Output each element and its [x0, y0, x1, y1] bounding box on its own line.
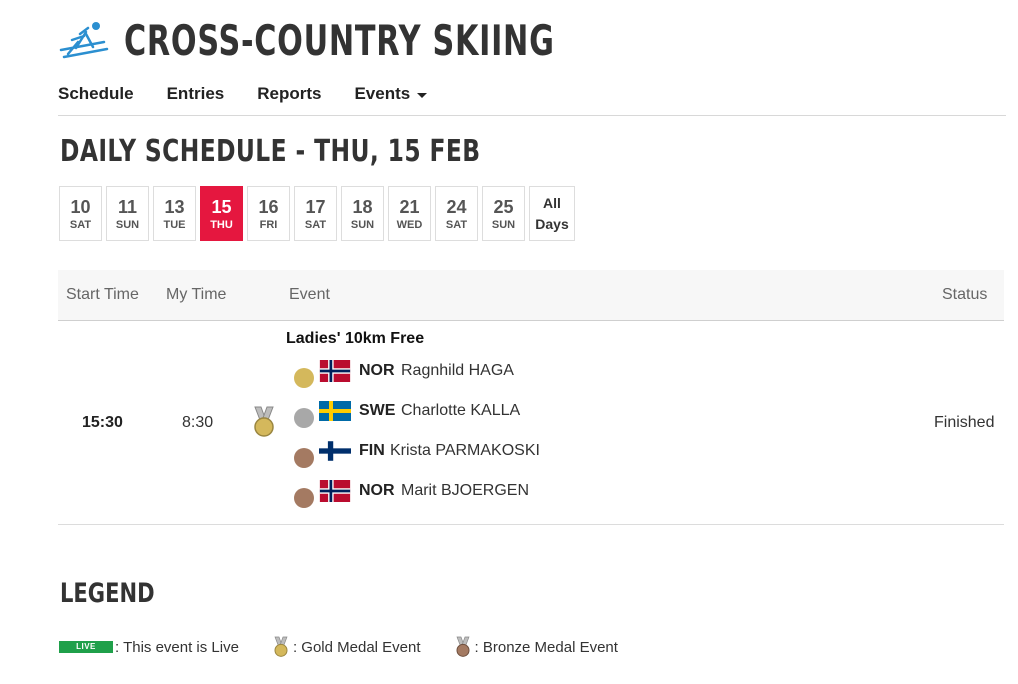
day-tab[interactable]: 11 SUN [106, 186, 149, 241]
page-title: DAILY SCHEDULE - THU, 15 FEB [60, 134, 481, 169]
day-number: 10 [70, 196, 91, 217]
nav-events-dropdown[interactable]: Events [354, 84, 428, 104]
day-weekday: THU [210, 218, 233, 231]
noc-code: SWE [359, 402, 396, 419]
day-weekday: WED [396, 218, 423, 231]
legend-bronze: : Bronze Medal Event [455, 636, 618, 658]
legend-title: LEGEND [60, 578, 155, 609]
event-name-link[interactable]: Ladies' 10km Free [286, 330, 424, 348]
day-number: 17 [305, 196, 326, 217]
bronze-medal-icon [455, 636, 471, 658]
noc-code: NOR [359, 362, 395, 379]
day-number: 18 [352, 196, 373, 217]
day-number: 24 [446, 196, 467, 217]
finland-flag-icon [319, 440, 351, 462]
nav-schedule[interactable]: Schedule [58, 84, 134, 104]
live-badge: LIVE [59, 641, 113, 653]
result-row: NOR Ragnhild HAGA [294, 360, 594, 388]
nav-schedule-label: Schedule [58, 84, 134, 103]
day-tab[interactable]: 17 SAT [294, 186, 337, 241]
nav-events-label: Events [354, 84, 411, 103]
nav-entries-label: Entries [166, 84, 225, 103]
day-tab[interactable]: 21 WED [388, 186, 431, 241]
nav-divider [58, 115, 1006, 116]
nav-reports[interactable]: Reports [257, 84, 321, 104]
day-number: 25 [493, 196, 514, 217]
legend: LIVE : This event is Live : Gold Medal E… [59, 636, 652, 658]
all-days-label-1: All [543, 194, 561, 211]
bronze-medal-dot-icon [294, 488, 314, 508]
day-weekday: SAT [304, 218, 327, 231]
col-start-time: Start Time [66, 286, 139, 303]
noc-code: NOR [359, 482, 395, 499]
col-my-time: My Time [166, 286, 227, 303]
day-weekday: FRI [259, 218, 278, 231]
result-row: SWE Charlotte KALLA [294, 400, 594, 428]
bronze-medal-dot-icon [294, 448, 314, 468]
day-weekday: SAT [445, 218, 468, 231]
nav-entries[interactable]: Entries [167, 84, 225, 104]
day-tab[interactable]: 24 SAT [435, 186, 478, 241]
gold-medal-icon [273, 636, 289, 658]
day-weekday: SUN [491, 218, 516, 231]
athlete-name-link[interactable]: Krista PARMAKOSKI [390, 442, 540, 460]
main-nav: Schedule Entries Reports Events [58, 84, 460, 104]
gold-medal-dot-icon [294, 368, 314, 388]
day-tab[interactable]: 10 SAT [59, 186, 102, 241]
day-weekday: SUN [115, 218, 140, 231]
day-tab-active[interactable]: 15 THU [200, 186, 243, 241]
legend-gold: : Gold Medal Event [273, 636, 421, 658]
my-time: 8:30 [182, 414, 214, 431]
silver-medal-dot-icon [294, 408, 314, 428]
day-tab[interactable]: 13 TUE [153, 186, 196, 241]
cross-country-skier-icon [58, 20, 110, 62]
day-weekday: TUE [163, 218, 186, 231]
day-number: 21 [399, 196, 420, 217]
legend-bronze-text: : Bronze Medal Event [474, 638, 618, 656]
all-days-label-2: Days [535, 215, 569, 232]
day-tab[interactable]: 18 SUN [341, 186, 384, 241]
all-days-tab[interactable]: All Days [529, 186, 575, 241]
result-row: FIN Krista PARMAKOSKI [294, 440, 594, 468]
row-divider [58, 524, 1004, 525]
col-event: Event [289, 286, 330, 303]
day-number: 11 [117, 196, 138, 217]
day-number: 16 [258, 196, 279, 217]
sport-title: CROSS-COUNTRY SKIING [124, 16, 555, 65]
day-tab[interactable]: 16 FRI [247, 186, 290, 241]
start-time: 15:30 [82, 414, 123, 431]
caret-down-icon [417, 92, 428, 98]
norway-flag-icon [319, 360, 351, 382]
day-tab[interactable]: 25 SUN [482, 186, 525, 241]
schedule-table-header: Start Time My Time Event Status [58, 270, 1004, 321]
day-weekday: SUN [350, 218, 375, 231]
day-tabs: 10 SAT 11 SUN 13 TUE 15 THU 16 FRI 17 SAT 18 SU… [59, 186, 579, 241]
col-status: Status [942, 286, 988, 303]
day-number: 13 [164, 196, 185, 217]
noc-code: FIN [359, 442, 385, 459]
athlete-name-link[interactable]: Ragnhild HAGA [401, 362, 514, 380]
athlete-name-link[interactable]: Marit BJOERGEN [401, 482, 529, 500]
nav-reports-label: Reports [257, 84, 322, 103]
legend-live-text: : This event is Live [115, 638, 239, 656]
day-number: 15 [211, 196, 232, 217]
norway-flag-icon [319, 480, 351, 502]
day-weekday: SAT [69, 218, 92, 231]
legend-live: LIVE : This event is Live [59, 639, 239, 656]
athlete-name-link[interactable]: Charlotte KALLA [401, 402, 520, 420]
result-row: NOR Marit BJOERGEN [294, 480, 594, 508]
status-text: Finished [934, 414, 995, 431]
legend-gold-text: : Gold Medal Event [292, 638, 421, 656]
sweden-flag-icon [319, 400, 351, 422]
gold-medal-icon [252, 406, 276, 438]
